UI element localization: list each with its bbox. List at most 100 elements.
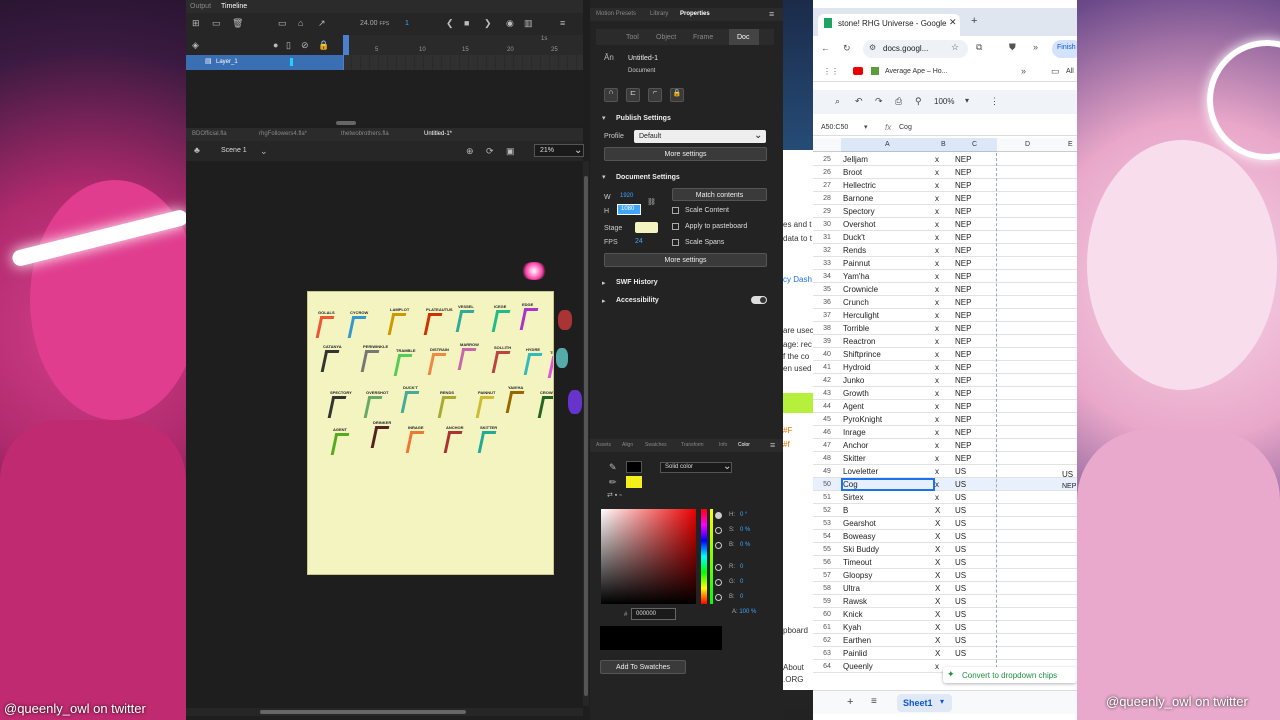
rgb-radio[interactable] (715, 564, 722, 571)
cell-region[interactable]: US (955, 584, 966, 593)
outline-icon[interactable]: ▯ (286, 40, 291, 51)
character-figure[interactable]: HYDRE (523, 347, 543, 375)
cell-name[interactable]: Spectory (843, 207, 875, 216)
rgb-radio[interactable] (715, 579, 722, 586)
cell-mark[interactable]: x (935, 168, 939, 177)
cell-name[interactable]: Queenly (843, 662, 873, 671)
cell-mark[interactable]: X (935, 519, 940, 528)
rgb-radio[interactable] (715, 594, 722, 601)
scale-spans-checkbox[interactable] (672, 239, 679, 246)
fill-type-select[interactable]: Solid color ⌄ (660, 461, 732, 473)
table-row[interactable]: 33 Painnut x NEP (813, 257, 1077, 270)
table-row[interactable]: 31 Duck't x NEP (813, 231, 1077, 244)
cell-mark[interactable]: x (935, 480, 939, 489)
tab-motion-presets[interactable]: Motion Presets (596, 11, 636, 17)
match-contents-button[interactable]: Match contents (672, 188, 767, 201)
search-icon[interactable]: ⌕ (835, 96, 840, 107)
stage-color-swatch[interactable] (635, 222, 658, 233)
table-row[interactable]: 51 Sirtex x US (813, 491, 1077, 504)
hsb-radio[interactable] (715, 512, 722, 519)
cell-mark[interactable]: X (935, 610, 940, 619)
cell-name[interactable]: Hydroid (843, 363, 871, 372)
table-row[interactable]: 63 Painlid X US (813, 647, 1077, 660)
width-field[interactable]: 1920 (620, 193, 633, 199)
scale-content-checkbox[interactable] (672, 207, 679, 214)
tab-transform[interactable]: Transform (681, 442, 704, 448)
cell-mark[interactable]: X (935, 545, 940, 554)
character-figure[interactable]: RENDS (437, 390, 457, 418)
doc-tab[interactable]: BDOfficial.fla (192, 131, 227, 137)
center-stage-icon[interactable]: ⊕ (466, 146, 474, 157)
cell-mark[interactable]: x (935, 207, 939, 216)
cell-mark[interactable]: x (935, 181, 939, 190)
cell-mark[interactable]: x (935, 662, 939, 671)
zoom-select[interactable]: 21% ⌄ (534, 144, 584, 157)
site-info-icon[interactable]: ⚙ (869, 43, 876, 52)
timeline-scrollbar[interactable] (336, 121, 356, 125)
cell-name[interactable]: Skitter (843, 454, 866, 463)
stop-icon[interactable]: ■ (464, 18, 469, 28)
cell-region[interactable]: US (955, 597, 966, 606)
table-row[interactable]: 39 Reactron x NEP (813, 335, 1077, 348)
vertical-scrollbar[interactable] (583, 161, 589, 706)
cell-region[interactable]: NEP (955, 441, 971, 450)
close-icon[interactable]: ✕ (949, 17, 957, 28)
hsb-value[interactable]: 0 ° (740, 512, 747, 518)
character-figure[interactable]: EDGE (519, 302, 539, 330)
formula-input[interactable]: Cog (899, 124, 912, 131)
tab-swatches[interactable]: Swatches (645, 442, 667, 448)
table-row[interactable]: 35 Crownicle x NEP (813, 283, 1077, 296)
youtube-icon[interactable] (853, 67, 863, 75)
character-figure[interactable]: ANCHOR (443, 425, 464, 453)
cell-mark[interactable]: x (935, 272, 939, 281)
cell-mark[interactable]: x (935, 311, 939, 320)
character-figure[interactable]: DRINKER (370, 420, 391, 448)
cell-name[interactable]: Painlid (843, 649, 867, 658)
cell-name[interactable]: Gloopsy (843, 571, 872, 580)
cell-region[interactable]: US (955, 519, 966, 528)
doc-tab-active[interactable]: Untitled-1* (424, 131, 452, 137)
character-figure[interactable]: CYCROW (347, 310, 368, 338)
cell-mark[interactable]: X (935, 623, 940, 632)
sheet-tab-active[interactable]: Sheet1 ▾ (897, 694, 952, 712)
table-row[interactable]: 36 Crunch x NEP (813, 296, 1077, 309)
table-row[interactable]: 37 Herculight x NEP (813, 309, 1077, 322)
zoom-select[interactable]: 100% (934, 97, 954, 106)
cell-mark[interactable]: X (935, 571, 940, 580)
dropdown-chips-hint[interactable]: ✦ Convert to dropdown chips (943, 667, 1077, 683)
more-settings-button[interactable]: More settings (604, 147, 767, 161)
height-field[interactable]: 1080 (617, 204, 641, 215)
cell-name[interactable]: Sirtex (843, 493, 863, 502)
offstage-sprites[interactable] (554, 300, 584, 430)
cell-mark[interactable]: x (935, 298, 939, 307)
table-row[interactable]: 57 Gloopsy X US (813, 569, 1077, 582)
rotate-icon[interactable]: ⟳ (486, 146, 494, 157)
rgb-value[interactable]: 0 (740, 564, 743, 570)
table-row[interactable]: 60 Knick X US (813, 608, 1077, 621)
cell-region[interactable]: NEP (955, 402, 971, 411)
table-row[interactable]: 45 PyroKnight x NEP (813, 413, 1077, 426)
table-row[interactable]: 48 Skitter x NEP (813, 452, 1077, 465)
stroke-swatch[interactable] (626, 461, 642, 473)
cell-mark[interactable]: x (935, 233, 939, 242)
extensions-icon[interactable]: ⧉ (976, 42, 982, 53)
cell-mark[interactable]: x (935, 350, 939, 359)
tab-timeline[interactable]: Timeline (221, 3, 247, 10)
cell-name[interactable]: Inrage (843, 428, 866, 437)
horizontal-scrollbar[interactable] (186, 708, 583, 716)
more-settings-button[interactable]: More settings (604, 253, 767, 267)
fill-color-icon[interactable]: ✏ (609, 477, 617, 488)
cell-name[interactable]: Reactron (843, 337, 875, 346)
cell-mark[interactable]: X (935, 558, 940, 567)
table-row[interactable]: 41 Hydroid x NEP (813, 361, 1077, 374)
cell-region[interactable]: NEP (955, 285, 971, 294)
character-figure[interactable]: LAMPLOT (387, 307, 409, 335)
cell-mark[interactable]: X (935, 584, 940, 593)
lock-icon[interactable]: 🔒 (318, 40, 329, 51)
character-figure[interactable]: SOLLITH (491, 345, 511, 373)
panel-menu-icon[interactable]: ≡ (560, 18, 565, 28)
character-figure[interactable]: VESSEL (455, 304, 475, 332)
doc-tab[interactable]: rhgFollowers4.fla* (259, 131, 307, 137)
cell-region[interactable]: NEP (955, 181, 971, 190)
new-tab-icon[interactable]: + (971, 15, 977, 27)
